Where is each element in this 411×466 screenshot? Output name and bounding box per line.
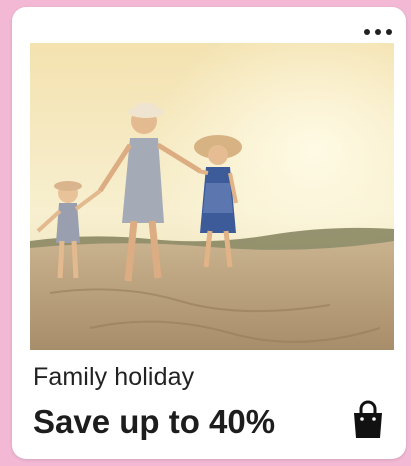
promo-card[interactable]: Family holiday Save up to 40% — [12, 7, 406, 459]
beach-scene-illustration — [30, 43, 394, 350]
shopping-bag-button[interactable] — [350, 400, 386, 440]
more-horizontal-icon — [364, 29, 370, 35]
more-dot — [386, 29, 392, 35]
shopping-bag-icon — [354, 400, 382, 438]
promo-headline: Save up to 40% — [33, 403, 276, 440]
promo-subtitle: Family holiday — [33, 363, 195, 391]
more-options-button[interactable] — [352, 21, 392, 43]
promo-image — [30, 43, 394, 350]
more-dot — [375, 29, 381, 35]
